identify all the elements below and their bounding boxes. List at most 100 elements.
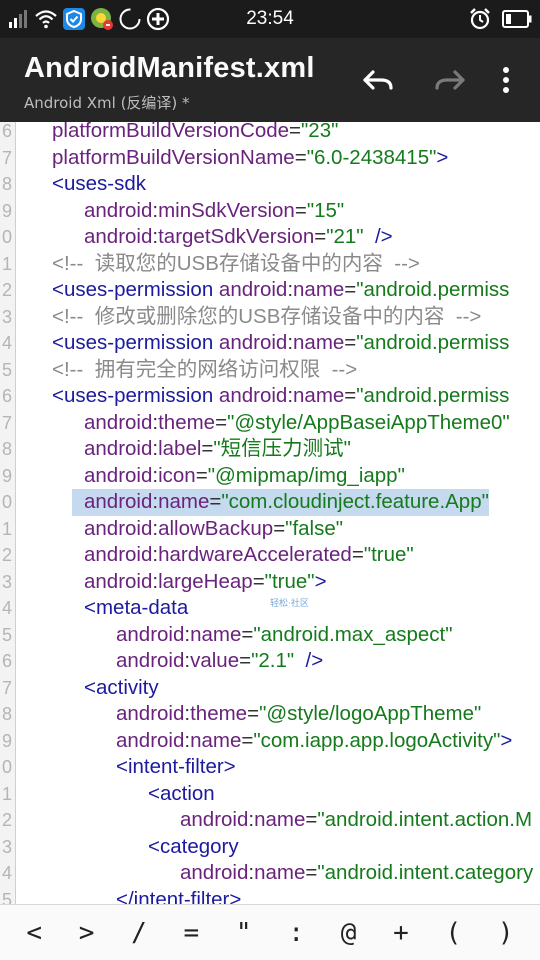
app-bar-actions [342, 56, 526, 104]
token-eq: = [195, 463, 208, 487]
token-val: "@mipmap/img_iapp" [207, 463, 405, 487]
code-line[interactable]: 7 <activity [0, 675, 540, 702]
code-line[interactable]: 8 android:label="短信压力测试" [0, 436, 540, 463]
code-editor[interactable]: 轻松·社区 6 platformBuildVersionCode="23" 7 pla… [0, 122, 540, 904]
line-number: 5 [1, 624, 12, 645]
token-punct: > [436, 145, 449, 169]
undo-button[interactable] [342, 56, 414, 104]
token-tag: <uses-sdk [52, 172, 147, 195]
line-number: 3 [1, 571, 12, 592]
code-line[interactable]: 3 <category [0, 834, 540, 861]
status-bar: 23:54 [0, 0, 540, 38]
token-eq: = [241, 728, 254, 752]
token-ns: android [84, 569, 153, 593]
code-line[interactable]: 0 android:name="com.cloudinject.feature.A… [0, 489, 540, 516]
symbol-key[interactable]: @ [327, 911, 371, 955]
code-line[interactable]: 4 <meta-data [0, 595, 540, 622]
symbol-key[interactable]: = [169, 911, 213, 955]
code-line[interactable]: 8 android:theme="@style/logoAppTheme" [0, 701, 540, 728]
token-ns: android [116, 728, 185, 752]
code-line[interactable]: 6 android:value="2.1" /> [0, 648, 540, 675]
file-type-subtitle: Android Xml (反编译) * [24, 94, 190, 112]
symbol-key[interactable]: ( [431, 911, 475, 955]
line-number: 5 [1, 359, 12, 380]
code-line[interactable]: 2 <uses-permission android:name="android.… [0, 277, 540, 304]
token-eq: = [241, 622, 254, 646]
code-line[interactable]: 5 <!-- 拥有完全的网络访问权限 --> [0, 357, 540, 384]
code-text: android:theme="@style/logoAppTheme" [116, 701, 481, 728]
code-text: <uses-sdk [52, 171, 146, 198]
code-line[interactable]: 1 android:allowBackup="false" [0, 516, 540, 543]
token-eq: = [305, 861, 318, 884]
symbol-key[interactable]: ) [484, 911, 528, 955]
symbol-key[interactable]: : [274, 911, 318, 955]
token-ns: android [116, 622, 185, 646]
line-number: 6 [1, 651, 12, 671]
code-text: android:name="android.intent.category [180, 860, 533, 887]
code-line[interactable]: 9 android:name="com.iapp.app.logoActivity… [0, 728, 540, 755]
code-line[interactable]: 4 android:name="android.intent.category [0, 860, 540, 887]
line-number: 6 [1, 122, 12, 141]
code-line[interactable]: 5 android:name="android.max_aspect" [0, 622, 540, 649]
token-val: "android.permiss [356, 278, 510, 301]
line-number: 1 [1, 783, 12, 804]
token-eq: = [215, 410, 228, 434]
token-attr: label [158, 437, 202, 460]
code-line[interactable]: 0 <intent-filter> [0, 754, 540, 781]
redo-button[interactable] [414, 56, 486, 104]
line-number: 0 [1, 227, 12, 247]
token-eq: = [247, 702, 260, 725]
symbol-key[interactable]: < [12, 911, 56, 955]
code-line[interactable]: 0 android:targetSdkVersion="21" /> [0, 224, 540, 251]
token-attr: name [254, 808, 306, 831]
token-attr: icon [158, 463, 196, 487]
token-tag: <meta-data [84, 596, 189, 619]
token-val: "com.cloudinject.feature.App" [221, 490, 489, 513]
token-eq: = [294, 145, 307, 169]
code-text: android:name="com.iapp.app.logoActivity"… [116, 728, 512, 755]
battery-icon [502, 7, 532, 31]
symbol-key[interactable]: > [65, 911, 109, 955]
code-line[interactable]: 9 android:icon="@mipmap/img_iapp" [0, 463, 540, 490]
token-val: "@style/AppBaseiAppTheme0" [227, 410, 510, 434]
alarm-clock-icon [468, 7, 492, 31]
token-ns: android [84, 198, 153, 222]
code-line[interactable]: 2 android:name="android.intent.action.M [0, 807, 540, 834]
code-line[interactable]: 3 <!-- 修改或删除您的USB存储设备中的内容 --> [0, 304, 540, 331]
token-attr: minSdkVersion [158, 198, 295, 222]
symbol-key[interactable]: + [379, 911, 423, 955]
code-text: <uses-permission android:name="android.p… [52, 330, 509, 357]
token-attr: theme [158, 410, 216, 434]
code-text: <!-- 读取您的USB存储设备中的内容 --> [52, 251, 420, 278]
code-line[interactable]: 5 </intent-filter> [0, 887, 540, 905]
token-val: "com.iapp.app.logoActivity" [253, 728, 501, 752]
token-eq: = [305, 808, 318, 831]
code-line[interactable]: 7 platformBuildVersionName="6.0-2438415"> [0, 145, 540, 172]
code-line[interactable]: 8 <uses-sdk [0, 171, 540, 198]
code-line[interactable]: 9 android:minSdkVersion="15" [0, 198, 540, 225]
code-line[interactable]: 7 android:theme="@style/AppBaseiAppTheme0… [0, 410, 540, 437]
code-line[interactable]: 1 <action [0, 781, 540, 808]
token-ns: android [84, 437, 153, 460]
token-tag: <intent-filter> [116, 755, 236, 778]
token-val: "21" [326, 225, 364, 248]
token-comment: <!-- 拥有完全的网络访问权限 --> [52, 357, 358, 381]
symbol-key[interactable]: " [222, 911, 266, 955]
more-options-button[interactable] [486, 56, 526, 104]
token-val: "@style/logoAppTheme" [259, 702, 482, 725]
code-line[interactable]: 6 <uses-permission android:name="android.… [0, 383, 540, 410]
symbol-key[interactable]: / [117, 911, 161, 955]
line-number: 9 [1, 200, 12, 221]
code-text: <!-- 拥有完全的网络访问权限 --> [52, 357, 357, 384]
token-ns: android [180, 808, 249, 831]
line-number: 7 [1, 677, 12, 698]
token-eq: = [273, 516, 286, 540]
code-line[interactable]: 3 android:largeHeap="true"> [0, 569, 540, 596]
code-line[interactable]: 4 <uses-permission android:name="android.… [0, 330, 540, 357]
code-text: android:minSdkVersion="15" [84, 198, 344, 225]
token-tag: <uses-permission [52, 384, 214, 407]
token-tag: <activity [84, 675, 159, 699]
code-line[interactable]: 6 platformBuildVersionCode="23" [0, 122, 540, 145]
code-line[interactable]: 1 <!-- 读取您的USB存储设备中的内容 --> [0, 251, 540, 278]
code-line[interactable]: 2 android:hardwareAccelerated="true" [0, 542, 540, 569]
